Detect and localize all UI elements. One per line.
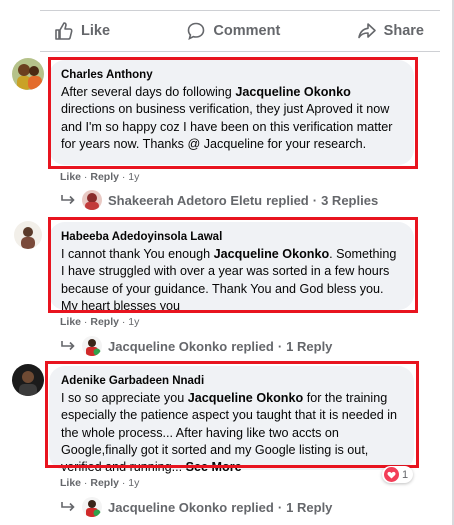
share-icon [357,23,376,39]
like-link[interactable]: Like [60,316,81,328]
view-replies-link[interactable]: Jacqueline Okonko replied · 1 Reply [60,497,332,517]
comment-text: After several days do following Jacqueli… [61,85,393,151]
replied-label: replied [231,338,274,354]
replier-avatar [82,497,102,517]
reply-link[interactable]: Reply [90,171,119,183]
replied-label: replied [266,192,309,208]
avatar[interactable] [12,58,44,90]
reply-count: 1 Reply [286,338,333,354]
timestamp[interactable]: 1y [128,316,139,328]
comment-meta: Like · Reply · 1y [60,316,140,328]
reaction-badge[interactable]: 1 [382,466,414,483]
reaction-count: 1 [402,468,409,481]
reply-arrow-icon [61,195,75,205]
comment-text: I cannot thank You enough Jacqueline Oko… [61,247,397,313]
comment-meta: Like · Reply · 1y [60,477,140,489]
reply-arrow-icon [61,502,75,512]
reply-arrow-icon [61,341,75,351]
see-more-link[interactable]: See More [186,460,242,474]
reply-count: 1 Reply [286,499,333,515]
facebook-comments-panel: Like Comment Share Charles Anthony After… [0,0,454,525]
like-label: Like [81,23,111,39]
view-replies-link[interactable]: Jacqueline Okonko replied · 1 Reply [60,336,332,356]
comment-bubble: Charles Anthony After several days do fo… [49,60,414,165]
reply-count: 3 Replies [321,192,379,208]
comment-author[interactable]: Habeeba Adedoyinsola Lawal [61,230,402,244]
comment-meta: Like · Reply · 1y [60,171,140,183]
mention-link[interactable]: Jacqueline Okonko [214,247,329,261]
avatar[interactable] [14,221,42,249]
comment-label: Comment [213,23,281,39]
timestamp[interactable]: 1y [128,477,139,489]
like-link[interactable]: Like [60,477,81,489]
replier-name: Shakeerah Adetoro Eletu [108,192,263,208]
share-label: Share [383,23,424,39]
comment-text: I so so appreciate you Jacqueline Okonko… [61,391,398,475]
avatar[interactable] [12,364,44,396]
timestamp[interactable]: 1y [128,171,139,183]
mention-link[interactable]: Jacqueline Okonko [188,391,303,405]
like-button[interactable]: Like [54,21,110,41]
like-link[interactable]: Like [60,171,81,183]
replier-name: Jacqueline Okonko [108,338,228,354]
heart-icon [384,467,399,482]
comment-bubble: Habeeba Adedoyinsola Lawal I cannot than… [49,222,414,313]
thumbs-up-icon [55,22,73,40]
comment-author[interactable]: Adenike Garbadeen Nnadi [61,374,402,388]
replier-avatar [82,190,102,210]
comment-bubble: Adenike Garbadeen Nnadi I so so apprecia… [49,366,414,474]
replier-name: Jacqueline Okonko [108,499,228,515]
post-action-bar: Like Comment Share [40,10,440,52]
comment-button[interactable]: Comment [186,21,280,41]
comment-author[interactable]: Charles Anthony [61,68,402,82]
reply-link[interactable]: Reply [90,477,119,489]
reply-link[interactable]: Reply [90,316,119,328]
comment-icon [188,22,205,40]
share-button[interactable]: Share [357,21,424,41]
replier-avatar [82,336,102,356]
replied-label: replied [231,499,274,515]
mention-link[interactable]: Jacqueline Okonko [235,85,350,99]
view-replies-link[interactable]: Shakeerah Adetoro Eletu replied · 3 Repl… [60,190,378,210]
